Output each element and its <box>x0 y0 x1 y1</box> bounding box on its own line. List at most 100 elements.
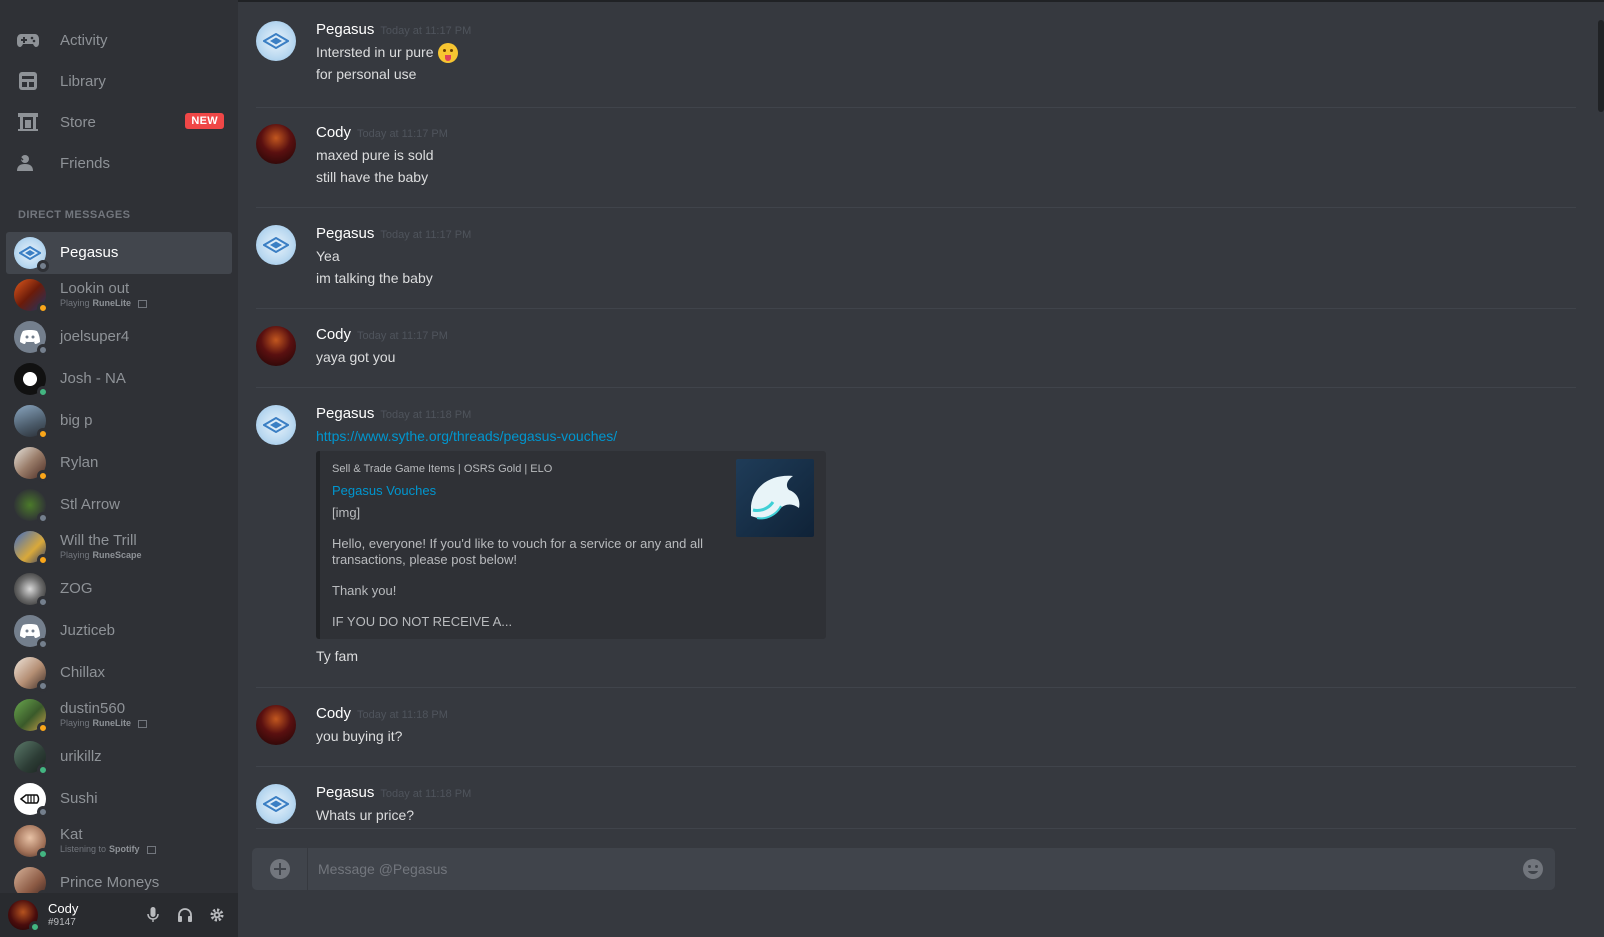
rich-presence-icon <box>138 299 148 308</box>
dm-name: Juzticeb <box>60 621 116 639</box>
message-link[interactable]: https://www.sythe.org/threads/pegasus-vo… <box>316 425 1576 447</box>
avatar[interactable] <box>256 705 296 745</box>
avatar <box>14 615 49 650</box>
message-text: you buying it? <box>316 728 403 744</box>
nav-activity-label: Activity <box>60 31 108 49</box>
fish-icon <box>19 794 40 804</box>
microphone-icon[interactable] <box>144 906 162 924</box>
message-group: Pegasus Today at 11:17 PM Intersted in ur… <box>256 21 1576 85</box>
dm-name: Sushi <box>60 789 98 807</box>
nav-friends[interactable]: Friends <box>6 144 232 182</box>
dm-item-rylan[interactable]: Rylan <box>6 442 232 484</box>
dm-item-big-p[interactable]: big p <box>6 400 232 442</box>
avatar <box>14 321 49 356</box>
status-indicator <box>37 554 49 566</box>
header-divider <box>238 0 1604 2</box>
dm-item-kat[interactable]: Kat Listening to Spotify <box>6 820 232 862</box>
message-text: maxed pure is sold <box>316 147 434 163</box>
smile-icon <box>1523 859 1543 879</box>
dm-activity: Listening to Spotify <box>60 844 156 855</box>
emoji-picker-button[interactable] <box>1511 848 1555 890</box>
message-author[interactable]: Cody <box>316 124 351 141</box>
message-author[interactable]: Pegasus <box>316 784 374 801</box>
avatar <box>14 783 49 818</box>
rich-presence-icon <box>138 719 148 728</box>
message-author[interactable]: Pegasus <box>316 405 374 422</box>
dm-item-juzticeb[interactable]: Juzticeb <box>6 610 232 652</box>
nav-store[interactable]: Store NEW <box>6 103 232 141</box>
status-indicator <box>29 921 41 933</box>
direct-messages-header: DIRECT MESSAGES <box>18 209 131 221</box>
headphones-icon[interactable] <box>176 906 194 924</box>
dm-name: big p <box>60 411 93 429</box>
message-input[interactable] <box>308 861 1511 877</box>
message-author[interactable]: Pegasus <box>316 21 374 38</box>
avatar[interactable] <box>256 326 296 366</box>
discord-default-icon <box>20 330 40 344</box>
avatar <box>14 741 49 776</box>
message-text: Yea <box>316 248 340 264</box>
scrollbar[interactable] <box>1598 20 1604 830</box>
dm-name: urikillz <box>60 747 102 765</box>
user-tag: #9147 <box>48 916 76 928</box>
message-author[interactable]: Cody <box>316 326 351 343</box>
message-author[interactable]: Cody <box>316 705 351 722</box>
status-indicator <box>37 764 49 776</box>
avatar[interactable] <box>256 225 296 265</box>
avatar <box>14 405 49 440</box>
avatar[interactable] <box>256 784 296 824</box>
status-indicator <box>37 680 49 692</box>
nav-activity[interactable]: Activity <box>6 21 232 59</box>
avatar <box>14 699 49 734</box>
dm-item-sushi[interactable]: Sushi <box>6 778 232 820</box>
dm-item-joelsuper4[interactable]: joelsuper4 <box>6 316 232 358</box>
status-indicator <box>37 260 49 272</box>
dm-name: Prince Moneys <box>60 873 160 891</box>
scroll-thumb[interactable] <box>1598 20 1604 112</box>
dm-item-chillax[interactable]: Chillax <box>6 652 232 694</box>
rich-presence-icon <box>146 845 156 854</box>
plus-circle-icon <box>269 859 290 879</box>
dm-item-pegasus[interactable]: Pegasus <box>6 232 232 274</box>
gamepad-icon <box>16 28 40 52</box>
message-divider <box>256 107 1576 108</box>
avatar[interactable] <box>256 124 296 164</box>
dm-name: Josh - NA <box>60 369 126 387</box>
dm-item-stl-arrow[interactable]: Stl Arrow <box>6 484 232 526</box>
dm-item-urikillz[interactable]: urikillz <box>6 736 232 778</box>
message-timestamp: Today at 11:18 PM <box>380 409 472 421</box>
status-indicator <box>37 344 49 356</box>
dm-name: Rylan <box>60 453 99 471</box>
dm-item-will-the-trill[interactable]: Will the Trill Playing RuneScape <box>6 526 232 568</box>
message-divider <box>256 207 1576 208</box>
dm-item-josh-na[interactable]: Josh - NA <box>6 358 232 400</box>
avatar <box>14 825 49 860</box>
dm-list: Pegasus Lookin out Playing RuneLite joels… <box>6 232 232 904</box>
avatar[interactable] <box>8 900 41 933</box>
message-group: Pegasus Today at 11:18 PM https://www.syt… <box>256 405 1576 667</box>
nav-library[interactable]: Library <box>6 62 232 100</box>
status-indicator <box>37 722 49 734</box>
dm-name: Lookin out <box>60 280 130 298</box>
dm-name: dustin560 <box>60 700 126 718</box>
upload-button[interactable] <box>252 848 308 890</box>
message-group: Cody Today at 11:17 PM maxed pure is sold… <box>256 124 1576 188</box>
avatar <box>14 657 49 692</box>
message-timestamp: Today at 11:17 PM <box>380 229 472 241</box>
sidebar: Activity Library Store NEW Friends DIREC… <box>0 0 238 937</box>
embed-thumbnail[interactable] <box>736 459 814 537</box>
dm-name: Will the Trill <box>60 532 137 550</box>
avatar[interactable] <box>256 405 296 445</box>
avatar <box>14 573 49 608</box>
dm-item-dustin560[interactable]: dustin560 Playing RuneLite <box>6 694 232 736</box>
tongue-emoji-icon <box>437 43 458 64</box>
dm-item-lookin-out[interactable]: Lookin out Playing RuneLite <box>6 274 232 316</box>
message-text: still have the baby <box>316 169 429 185</box>
message-author[interactable]: Pegasus <box>316 225 374 242</box>
new-badge: NEW <box>185 113 224 129</box>
nav-store-label: Store <box>60 113 96 131</box>
dm-item-zog[interactable]: ZOG <box>6 568 232 610</box>
avatar[interactable] <box>256 21 296 61</box>
gear-icon[interactable] <box>208 906 226 924</box>
status-indicator <box>37 386 49 398</box>
